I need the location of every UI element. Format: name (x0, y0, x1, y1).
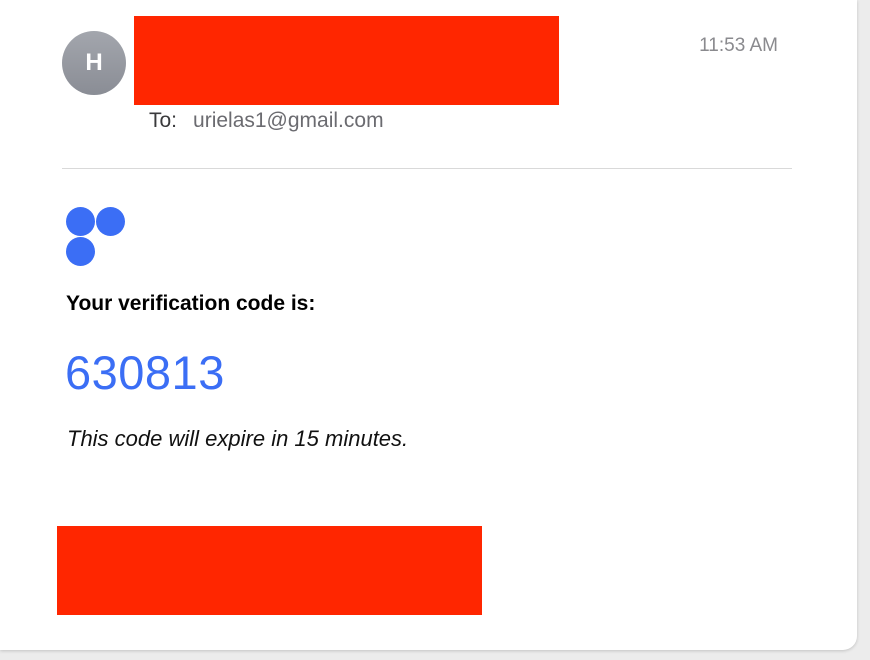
avatar-initial: H (85, 49, 103, 76)
sender-avatar[interactable]: H (62, 31, 126, 95)
logo-dot-top-left (66, 207, 95, 236)
redacted-footer-block (57, 526, 482, 615)
expiry-note: This code will expire in 15 minutes. (67, 426, 409, 451)
verification-headline: Your verification code is: (66, 292, 316, 315)
redacted-sender-block (134, 16, 559, 105)
recipient-row: To: urielas1@gmail.com (149, 109, 384, 133)
verification-code[interactable]: 630813 (65, 345, 225, 400)
message-timestamp: 11:53 AM (699, 35, 778, 56)
email-message-card: H 11:53 AM To: urielas1@gmail.com Your v… (0, 0, 857, 650)
logo-dot-bottom-left (66, 237, 95, 266)
logo-dot-top-right (96, 207, 125, 236)
brand-dots-logo-icon (66, 207, 126, 267)
recipient-address[interactable]: urielas1@gmail.com (193, 109, 384, 133)
to-label: To: (149, 109, 178, 132)
header-divider (62, 168, 792, 169)
